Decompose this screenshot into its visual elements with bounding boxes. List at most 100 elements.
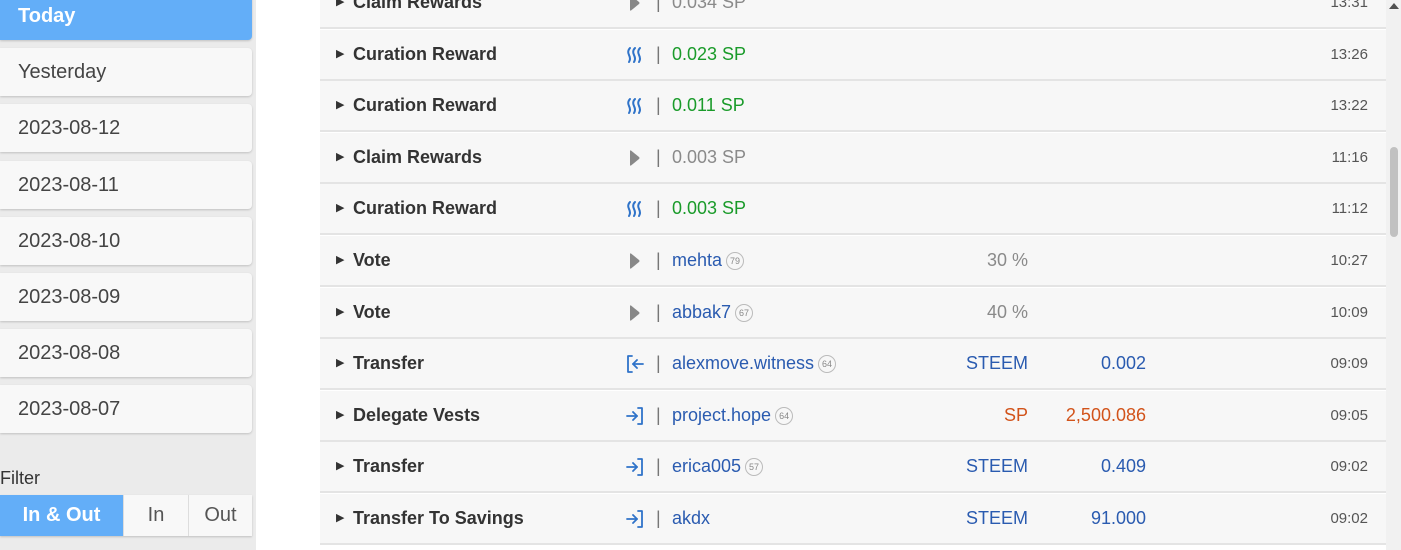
reputation-badge: 64 [818, 355, 837, 373]
transaction-row[interactable]: ▶ Delegate Vests | project.hope 64 SP 2,500.08… [320, 391, 1386, 442]
timestamp: 11:12 [1331, 200, 1368, 217]
operation-type: Curation Reward [353, 198, 498, 218]
transaction-row[interactable]: ▶ Transfer To Savings | akdx STEEM 91.000 09:0… [320, 494, 1386, 545]
operation-type: Claim Rewards [353, 0, 483, 12]
day-button-2023-08-12[interactable]: 2023-08-12 [0, 104, 252, 152]
divider: | [656, 147, 661, 167]
expand-caret-icon[interactable]: ▶ [336, 133, 344, 182]
day-button-today[interactable]: Today [0, 0, 252, 40]
operation-type: Delegate Vests [353, 405, 481, 425]
expand-caret-icon[interactable]: ▶ [336, 81, 344, 130]
operation-type: Transfer To Savings [353, 508, 524, 528]
expand-caret-icon[interactable]: ▶ [336, 288, 344, 337]
filter-out-button[interactable]: Out [188, 495, 252, 536]
reputation-badge: 57 [745, 458, 764, 476]
transaction-row[interactable]: ▶ Curation Reward | 0.023 SP 13:26 [320, 30, 1386, 81]
arrow-out-right-icon [624, 457, 646, 477]
arrow-out-right-icon [624, 406, 646, 426]
operation-type: Curation Reward [353, 44, 498, 64]
timestamp: 09:09 [1330, 355, 1368, 372]
divider: | [656, 508, 661, 528]
transaction-row[interactable]: ▶ Vote | abbak7 67 40 % 10:09 [320, 288, 1386, 339]
filter-in-and-out-button[interactable]: In & Out [0, 495, 123, 536]
timestamp: 11:16 [1331, 149, 1368, 166]
timestamp: 13:22 [1330, 97, 1368, 114]
account-link[interactable]: project.hope 64 [672, 391, 794, 440]
transaction-row[interactable]: ▶ Vote | mehta 79 30 % 10:27 [320, 236, 1386, 287]
divider: | [656, 302, 661, 322]
vote-weight: 40 % [986, 302, 1028, 322]
expand-caret-icon[interactable]: ▶ [336, 442, 344, 491]
amount-value: 0.034 SP [672, 0, 747, 12]
transaction-list: ▶ Claim Rewards | 0.034 SP 13:31 ▶ Curation Re… [256, 0, 1386, 550]
transfer-amount: 91.000 [1090, 508, 1146, 528]
date-sidebar: Today Yesterday 2023-08-12 2023-08-11 2023-0… [0, 0, 256, 550]
reputation-badge: 79 [726, 252, 745, 270]
day-button-2023-08-07[interactable]: 2023-08-07 [0, 385, 252, 433]
operation-type: Transfer [353, 456, 425, 476]
expand-caret-icon[interactable]: ▶ [336, 236, 344, 285]
play-icon [624, 148, 646, 168]
day-button-2023-08-09[interactable]: 2023-08-09 [0, 273, 252, 321]
transaction-row[interactable]: ▶ Transfer | erica005 57 STEEM 0.409 09:02 [320, 442, 1386, 493]
expand-caret-icon[interactable]: ▶ [336, 391, 344, 440]
steem-icon [624, 96, 646, 116]
timestamp: 09:05 [1330, 407, 1368, 424]
account-link[interactable]: mehta 79 [672, 236, 745, 285]
divider: | [656, 456, 661, 476]
play-icon [624, 303, 646, 323]
amount-value: 0.003 SP [672, 198, 747, 218]
operation-type: Curation Reward [353, 95, 498, 115]
expand-caret-icon[interactable]: ▶ [336, 184, 344, 233]
divider: | [656, 353, 661, 373]
expand-caret-icon[interactable]: ▶ [336, 494, 344, 543]
day-button-yesterday[interactable]: Yesterday [0, 48, 252, 96]
timestamp: 10:27 [1330, 252, 1368, 269]
scrollbar-thumb[interactable] [1390, 147, 1398, 237]
timestamp: 13:31 [1330, 0, 1368, 11]
asset-symbol: STEEM [965, 353, 1028, 373]
scrollbar[interactable] [1386, 0, 1401, 550]
operation-type: Vote [353, 250, 391, 270]
divider: | [656, 0, 661, 12]
expand-caret-icon[interactable]: ▶ [336, 0, 344, 27]
timestamp: 10:09 [1330, 304, 1368, 321]
divider: | [656, 250, 661, 270]
play-icon [624, 0, 646, 13]
asset-symbol: STEEM [965, 456, 1028, 476]
timestamp: 13:26 [1330, 46, 1368, 63]
day-button-2023-08-11[interactable]: 2023-08-11 [0, 161, 252, 209]
transfer-amount: 0.409 [1100, 456, 1146, 476]
account-link[interactable]: abbak7 67 [672, 288, 754, 337]
scroll-up-arrow-icon[interactable] [1389, 3, 1399, 9]
operation-type: Claim Rewards [353, 147, 483, 167]
arrow-in-left-icon [624, 354, 646, 374]
transfer-amount: 0.002 [1100, 353, 1146, 373]
play-icon [624, 251, 646, 271]
transaction-row[interactable]: ▶ Claim Rewards | 0.003 SP 11:16 [320, 133, 1386, 184]
asset-symbol: STEEM [965, 508, 1028, 528]
transaction-row[interactable]: ▶ Curation Reward | 0.011 SP 13:22 [320, 81, 1386, 132]
transaction-row[interactable]: ▶ Claim Rewards | 0.034 SP 13:31 [320, 0, 1386, 29]
filter-in-button[interactable]: In [123, 495, 188, 536]
asset-symbol: SP [1003, 405, 1028, 425]
expand-caret-icon[interactable]: ▶ [336, 30, 344, 79]
account-link[interactable]: erica005 57 [672, 442, 764, 491]
operation-type: Transfer [353, 353, 425, 373]
timestamp: 09:02 [1330, 510, 1368, 527]
transaction-row[interactable]: ▶ Transfer | alexmove.witness 64 STEEM 0.002 09… [320, 339, 1386, 390]
timestamp: 09:02 [1330, 458, 1368, 475]
reputation-badge: 67 [735, 304, 754, 322]
transfer-amount: 2,500.086 [1065, 405, 1146, 425]
steem-icon [624, 45, 646, 65]
amount-value: 0.011 SP [672, 95, 745, 115]
day-button-2023-08-08[interactable]: 2023-08-08 [0, 329, 252, 377]
account-link[interactable]: akdx [672, 494, 710, 543]
transaction-row[interactable]: ▶ Curation Reward | 0.003 SP 11:12 [320, 184, 1386, 235]
account-link[interactable]: alexmove.witness 64 [672, 339, 837, 388]
day-button-2023-08-10[interactable]: 2023-08-10 [0, 217, 252, 265]
expand-caret-icon[interactable]: ▶ [336, 339, 344, 388]
amount-value: 0.003 SP [672, 147, 747, 167]
filter-toggle-group: In & Out In Out [0, 495, 252, 536]
steem-icon [624, 199, 646, 219]
